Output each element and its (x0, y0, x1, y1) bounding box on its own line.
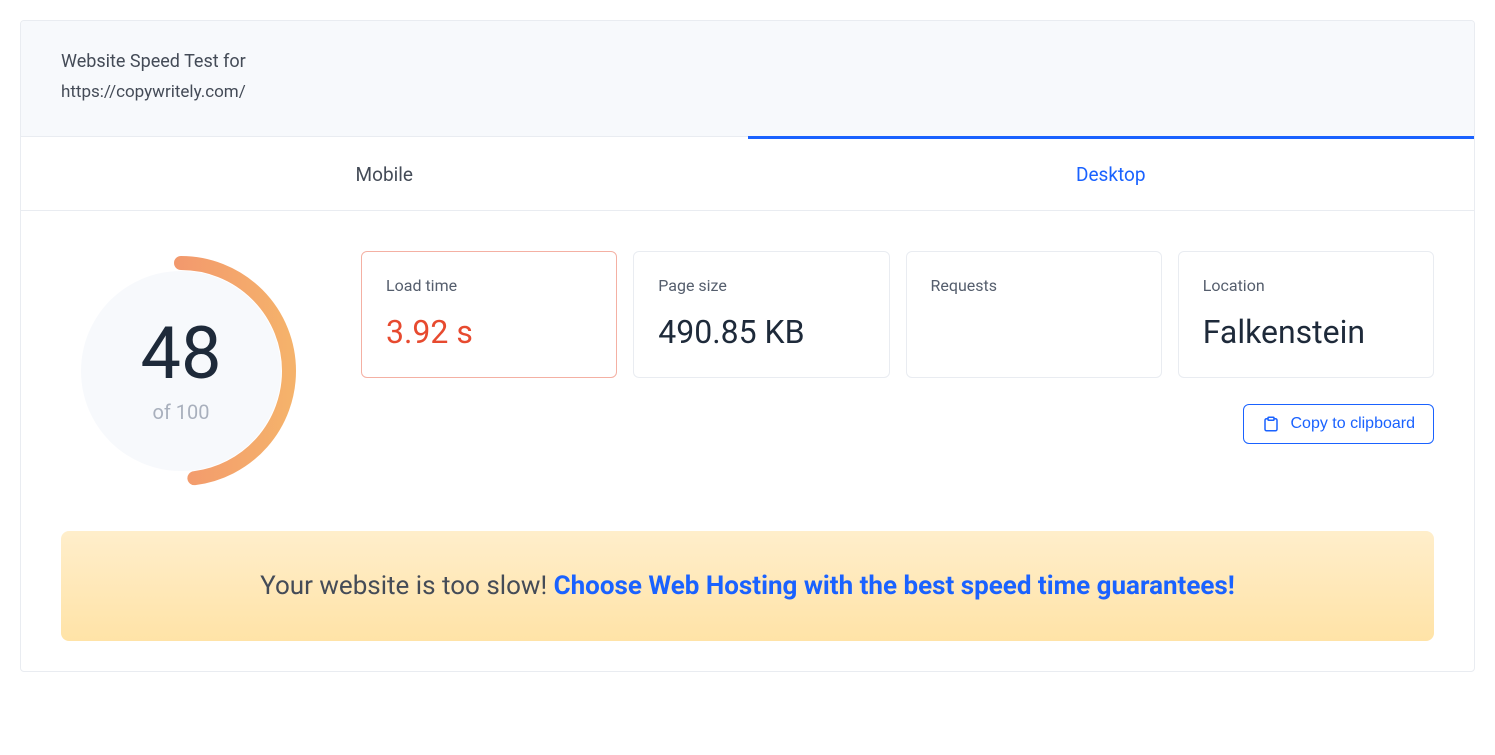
banner-lead: Your website is too slow! (260, 571, 553, 601)
gauge-center: 48 of 100 (61, 251, 301, 491)
copy-button-label: Copy to clipboard (1290, 415, 1415, 433)
score-value: 48 (141, 318, 222, 390)
banner-cta-link[interactable]: Choose Web Hosting with the best speed t… (554, 571, 1235, 601)
device-tabs: Mobile Desktop (21, 137, 1474, 211)
metric-value: 3.92 s (386, 313, 592, 351)
copy-to-clipboard-button[interactable]: Copy to clipboard (1243, 404, 1434, 444)
page-title: Website Speed Test for (61, 51, 1434, 72)
metric-label: Page size (658, 276, 864, 295)
metric-row: Load time 3.92 s Page size 490.85 KB Req… (361, 251, 1434, 378)
tab-desktop[interactable]: Desktop (748, 136, 1475, 210)
metric-label: Load time (386, 276, 592, 295)
speedtest-card: Website Speed Test for https://copywrite… (20, 20, 1475, 672)
metric-location: Location Falkenstein (1178, 251, 1434, 378)
clipboard-icon (1262, 415, 1280, 433)
score-max: of 100 (152, 400, 209, 424)
tab-mobile[interactable]: Mobile (21, 136, 748, 210)
results-content: 48 of 100 Load time 3.92 s Page size 490… (21, 211, 1474, 501)
metric-page-size: Page size 490.85 KB (633, 251, 889, 378)
promo-banner: Your website is too slow! Choose Web Hos… (61, 531, 1434, 641)
metric-label: Location (1203, 276, 1409, 295)
metric-requests: Requests (906, 251, 1162, 378)
metric-load-time: Load time 3.92 s (361, 251, 617, 378)
metric-label: Requests (931, 276, 1137, 295)
metrics-panel: Load time 3.92 s Page size 490.85 KB Req… (361, 251, 1434, 444)
metric-value: Falkenstein (1203, 313, 1409, 351)
tested-url: https://copywritely.com/ (61, 82, 1434, 102)
copy-row: Copy to clipboard (361, 404, 1434, 444)
page-header: Website Speed Test for https://copywrite… (21, 21, 1474, 137)
metric-value: 490.85 KB (658, 313, 864, 351)
score-gauge: 48 of 100 (61, 251, 301, 491)
